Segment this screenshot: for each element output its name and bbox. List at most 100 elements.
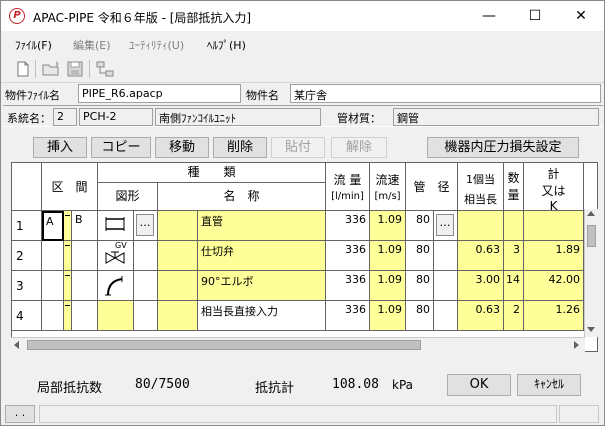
system-number: 2 bbox=[53, 108, 77, 126]
pipe-picker-button[interactable]: … bbox=[436, 214, 454, 236]
app-logo-icon: P bbox=[9, 8, 25, 24]
move-button[interactable]: 移動 bbox=[155, 137, 209, 158]
minimize-button[interactable]: — bbox=[466, 1, 512, 31]
section-to-cell[interactable] bbox=[72, 301, 98, 331]
release-button[interactable]: 解除 bbox=[331, 137, 387, 158]
dash-mark bbox=[65, 215, 70, 216]
status-panel-side bbox=[559, 405, 599, 423]
figure-cell[interactable] bbox=[98, 271, 134, 301]
equiv-header-line1: 1個当 bbox=[466, 173, 495, 186]
pipe-picker-cell bbox=[434, 241, 458, 271]
insert-button[interactable]: 挿入 bbox=[33, 137, 87, 158]
velocity-cell: 1.09 bbox=[370, 241, 406, 271]
velocity-cell: 1.09 bbox=[370, 301, 406, 331]
open-folder-icon[interactable] bbox=[41, 59, 61, 79]
grid-vertical-scrollbar[interactable] bbox=[584, 209, 598, 337]
grid-header-figure: 図形 bbox=[98, 183, 158, 211]
pipe-size-cell: 80 bbox=[406, 211, 434, 241]
paste-button[interactable]: 貼付 bbox=[271, 137, 325, 158]
section-dash-cell bbox=[64, 271, 72, 301]
figure-cell[interactable] bbox=[98, 211, 134, 241]
dash-mark bbox=[65, 275, 70, 276]
toolbar-separator bbox=[35, 60, 36, 78]
pipe-size-cell: 80 bbox=[406, 241, 434, 271]
maximize-button[interactable]: ☐ bbox=[512, 1, 558, 31]
velocity-cell: 1.09 bbox=[370, 271, 406, 301]
resistance-total-label: 抵抗計 bbox=[255, 381, 295, 396]
property-name-field[interactable]: 某庁舎 bbox=[290, 84, 601, 103]
figure-cell[interactable]: GV bbox=[98, 241, 134, 271]
copy-button[interactable]: コピー bbox=[91, 137, 151, 158]
pipe-picker-cell: … bbox=[434, 211, 458, 241]
section-to-cell[interactable] bbox=[72, 271, 98, 301]
file-name-label: 物件ﾌｧｲﾙ名 bbox=[5, 89, 60, 102]
menu-help[interactable]: ﾍﾙﾌﾟ(H) bbox=[207, 37, 246, 53]
system-name: PCH-2 bbox=[79, 108, 153, 126]
network-icon[interactable] bbox=[95, 59, 115, 79]
figure-cell[interactable] bbox=[98, 301, 134, 331]
save-icon[interactable] bbox=[65, 59, 85, 79]
vertical-scroll-thumb[interactable] bbox=[587, 225, 596, 247]
ok-button[interactable]: OK bbox=[447, 374, 511, 396]
section-from-cell[interactable] bbox=[42, 271, 64, 301]
new-file-icon[interactable] bbox=[13, 59, 33, 79]
scroll-down-arrow-icon[interactable] bbox=[587, 327, 595, 332]
qty-cell[interactable]: 3 bbox=[504, 241, 524, 271]
equiv-cell[interactable]: 0.63 bbox=[458, 301, 504, 331]
name-cell[interactable]: 直管 bbox=[198, 211, 326, 241]
file-name-field[interactable]: PIPE_R6.apacp bbox=[78, 84, 241, 103]
section-from-cell[interactable]: A bbox=[42, 211, 64, 241]
equiv-header-line2: 相当長 bbox=[464, 193, 497, 206]
qty-header-line2: 量 bbox=[507, 188, 520, 202]
menu-file[interactable]: ﾌｧｲﾙ(F) bbox=[15, 37, 52, 53]
status-more-button[interactable]: . . bbox=[5, 405, 35, 423]
grid-header-equiv: 1個当 相当長 bbox=[458, 163, 504, 211]
flow-unit-text: [l/min] bbox=[331, 191, 364, 202]
straight-pipe-icon bbox=[105, 217, 125, 231]
grid-header-corner bbox=[12, 163, 42, 211]
qty-cell[interactable] bbox=[504, 211, 524, 241]
dash-mark bbox=[65, 245, 70, 246]
name-cell[interactable]: 90°エルボ bbox=[198, 271, 326, 301]
delete-button[interactable]: 削除 bbox=[213, 137, 267, 158]
scroll-up-arrow-icon[interactable] bbox=[587, 211, 595, 216]
equiv-cell[interactable]: 0.63 bbox=[458, 241, 504, 271]
toolbar bbox=[1, 55, 604, 83]
equipment-pressure-loss-button[interactable]: 機器内圧力損失設定 bbox=[427, 137, 579, 158]
grid-header-total: 計 又は K bbox=[524, 163, 584, 213]
resistance-grid: 区 間 種 類 図形 名 称 流 量 [l/min] 流速 [m/s] 管 径 … bbox=[11, 162, 598, 352]
grid-header-pipe: 管 径 bbox=[406, 163, 458, 211]
row-number: 1 bbox=[12, 211, 42, 241]
status-panel-main bbox=[39, 405, 557, 423]
scroll-left-arrow-icon[interactable] bbox=[14, 341, 19, 349]
figure-picker-button[interactable]: … bbox=[136, 214, 154, 236]
scroll-right-arrow-icon[interactable] bbox=[574, 341, 579, 349]
figure-picker-cell bbox=[134, 241, 158, 271]
velocity-header-text: 流速 bbox=[375, 173, 400, 187]
toolbar-separator bbox=[89, 60, 90, 78]
section-from-cell[interactable] bbox=[42, 241, 64, 271]
elbow-90-icon bbox=[105, 276, 123, 296]
equiv-cell[interactable] bbox=[458, 211, 504, 241]
flow-cell: 336 bbox=[326, 241, 370, 271]
horizontal-scroll-thumb[interactable] bbox=[27, 340, 421, 350]
close-button[interactable]: ✕ bbox=[558, 1, 604, 31]
qty-cell[interactable]: 2 bbox=[504, 301, 524, 331]
section-dash-cell bbox=[64, 301, 72, 331]
grid-horizontal-scrollbar[interactable] bbox=[11, 337, 585, 352]
section-dash-cell bbox=[64, 211, 72, 241]
pipe-picker-cell bbox=[434, 301, 458, 331]
section-from-cell[interactable] bbox=[42, 301, 64, 331]
flow-cell: 336 bbox=[326, 301, 370, 331]
name-cell[interactable]: 相当長直接入力 bbox=[198, 301, 326, 331]
section-to-cell[interactable] bbox=[72, 241, 98, 271]
menu-utility[interactable]: ﾕｰﾃｨﾘﾃｨ(U) bbox=[129, 37, 184, 53]
grid-header-flow: 流 量 [l/min] bbox=[326, 163, 370, 211]
cancel-button[interactable]: ｷｬﾝｾﾙ bbox=[517, 374, 581, 396]
equiv-cell[interactable]: 3.00 bbox=[458, 271, 504, 301]
section-to-cell[interactable]: B bbox=[72, 211, 98, 241]
qty-cell[interactable]: 14 bbox=[504, 271, 524, 301]
name-cell[interactable]: 仕切弁 bbox=[198, 241, 326, 271]
menu-edit[interactable]: 編集(E) bbox=[73, 37, 111, 53]
menu-bar: ﾌｧｲﾙ(F) 編集(E) ﾕｰﾃｨﾘﾃｨ(U) ﾍﾙﾌﾟ(H) bbox=[1, 31, 604, 55]
